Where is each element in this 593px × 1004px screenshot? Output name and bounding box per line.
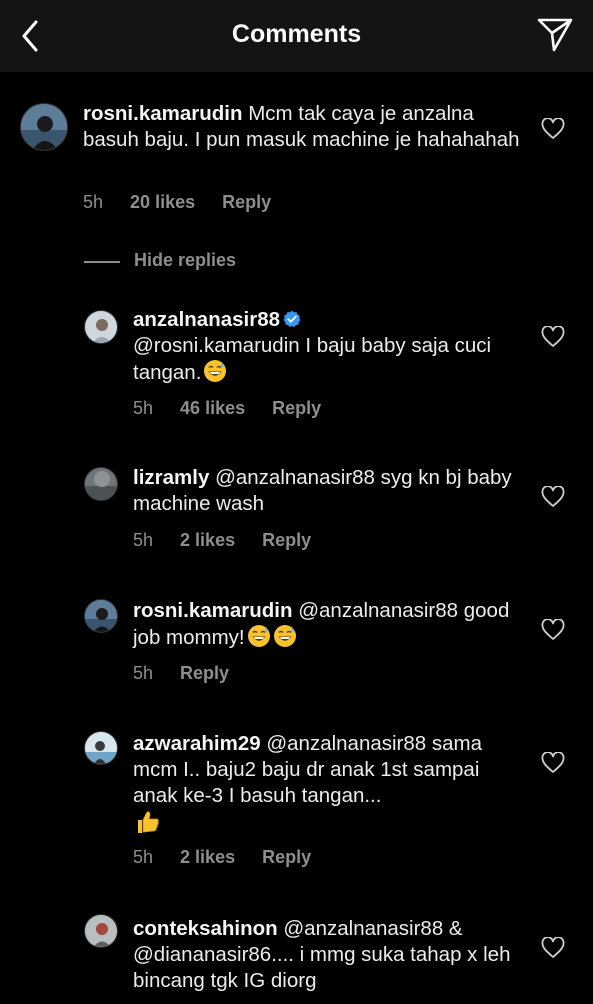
- thumbs-up-emoji-icon: [135, 809, 159, 833]
- grinning-sweat-emoji-icon: [273, 624, 297, 648]
- comment-username[interactable]: rosni.kamarudin: [83, 102, 243, 125]
- reply-text: anzalnanasir88 @rosni.kamarudin I baju b…: [133, 307, 528, 386]
- reply-username[interactable]: azwarahim29: [133, 732, 261, 755]
- reply-meta: 5h 2 likes Reply: [133, 530, 333, 551]
- reply-text: conteksahinon @anzalnanasir88 & @dianana…: [133, 916, 533, 994]
- reply-body: @rosni.kamarudin I baju baby saja cuci t…: [133, 334, 492, 384]
- page-title: Comments: [231, 20, 362, 48]
- heart-icon[interactable]: [541, 117, 565, 140]
- divider: [84, 261, 120, 263]
- reply-username[interactable]: anzalnanasir88: [133, 308, 280, 331]
- hide-replies-label: Hide replies: [134, 250, 237, 270]
- reply-time: 5h: [133, 663, 154, 683]
- heart-icon[interactable]: [541, 936, 565, 959]
- verified-badge-icon: [283, 310, 301, 327]
- reply-likes[interactable]: 46 likes: [180, 398, 245, 418]
- reply-button[interactable]: Reply: [222, 192, 271, 212]
- reply-username[interactable]: lizramly: [133, 466, 209, 489]
- reply-text: azwarahim29 @anzalnanasir88 sama mcm I..…: [133, 731, 528, 838]
- top-bar: Comments: [0, 0, 593, 72]
- reply-username[interactable]: rosni.kamarudin: [133, 599, 293, 622]
- avatar[interactable]: [84, 467, 118, 501]
- grinning-sweat-emoji-icon: [203, 359, 227, 383]
- avatar[interactable]: [84, 914, 118, 948]
- reply-time: 5h: [133, 847, 154, 867]
- reply-meta: 5h 46 likes Reply: [133, 398, 343, 419]
- heart-icon[interactable]: [541, 618, 565, 641]
- paper-plane-icon[interactable]: [535, 14, 575, 54]
- reply-time: 5h: [133, 530, 154, 550]
- reply-button[interactable]: Reply: [262, 530, 311, 550]
- grinning-sweat-emoji-icon: [247, 624, 271, 648]
- reply-likes[interactable]: 2 likes: [180, 847, 235, 867]
- comment-likes[interactable]: 20 likes: [130, 192, 195, 212]
- comment-time: 5h: [83, 192, 104, 212]
- heart-icon[interactable]: [541, 751, 565, 774]
- reply-text: rosni.kamarudin @anzalnanasir88 good job…: [133, 598, 528, 651]
- reply-button[interactable]: Reply: [180, 663, 229, 683]
- reply-meta: 5h 2 likes Reply: [133, 847, 333, 868]
- reply-meta: 5h Reply: [133, 663, 251, 684]
- reply-button[interactable]: Reply: [262, 847, 311, 867]
- comment-text: rosni.kamarudin Mcm tak caya je anzalna …: [83, 101, 523, 153]
- heart-icon[interactable]: [541, 485, 565, 508]
- avatar[interactable]: [84, 599, 118, 633]
- reply-text: lizramly @anzalnanasir88 syg kn bj baby …: [133, 465, 528, 517]
- avatar[interactable]: [20, 103, 68, 151]
- reply-username[interactable]: conteksahinon: [133, 917, 278, 940]
- reply-likes[interactable]: 2 likes: [180, 530, 235, 550]
- reply-time: 5h: [133, 398, 154, 418]
- avatar[interactable]: [84, 731, 118, 765]
- avatar[interactable]: [84, 310, 118, 344]
- comment-meta: 5h 20 likes Reply: [83, 192, 293, 213]
- reply-button[interactable]: Reply: [272, 398, 321, 418]
- heart-icon[interactable]: [541, 325, 565, 348]
